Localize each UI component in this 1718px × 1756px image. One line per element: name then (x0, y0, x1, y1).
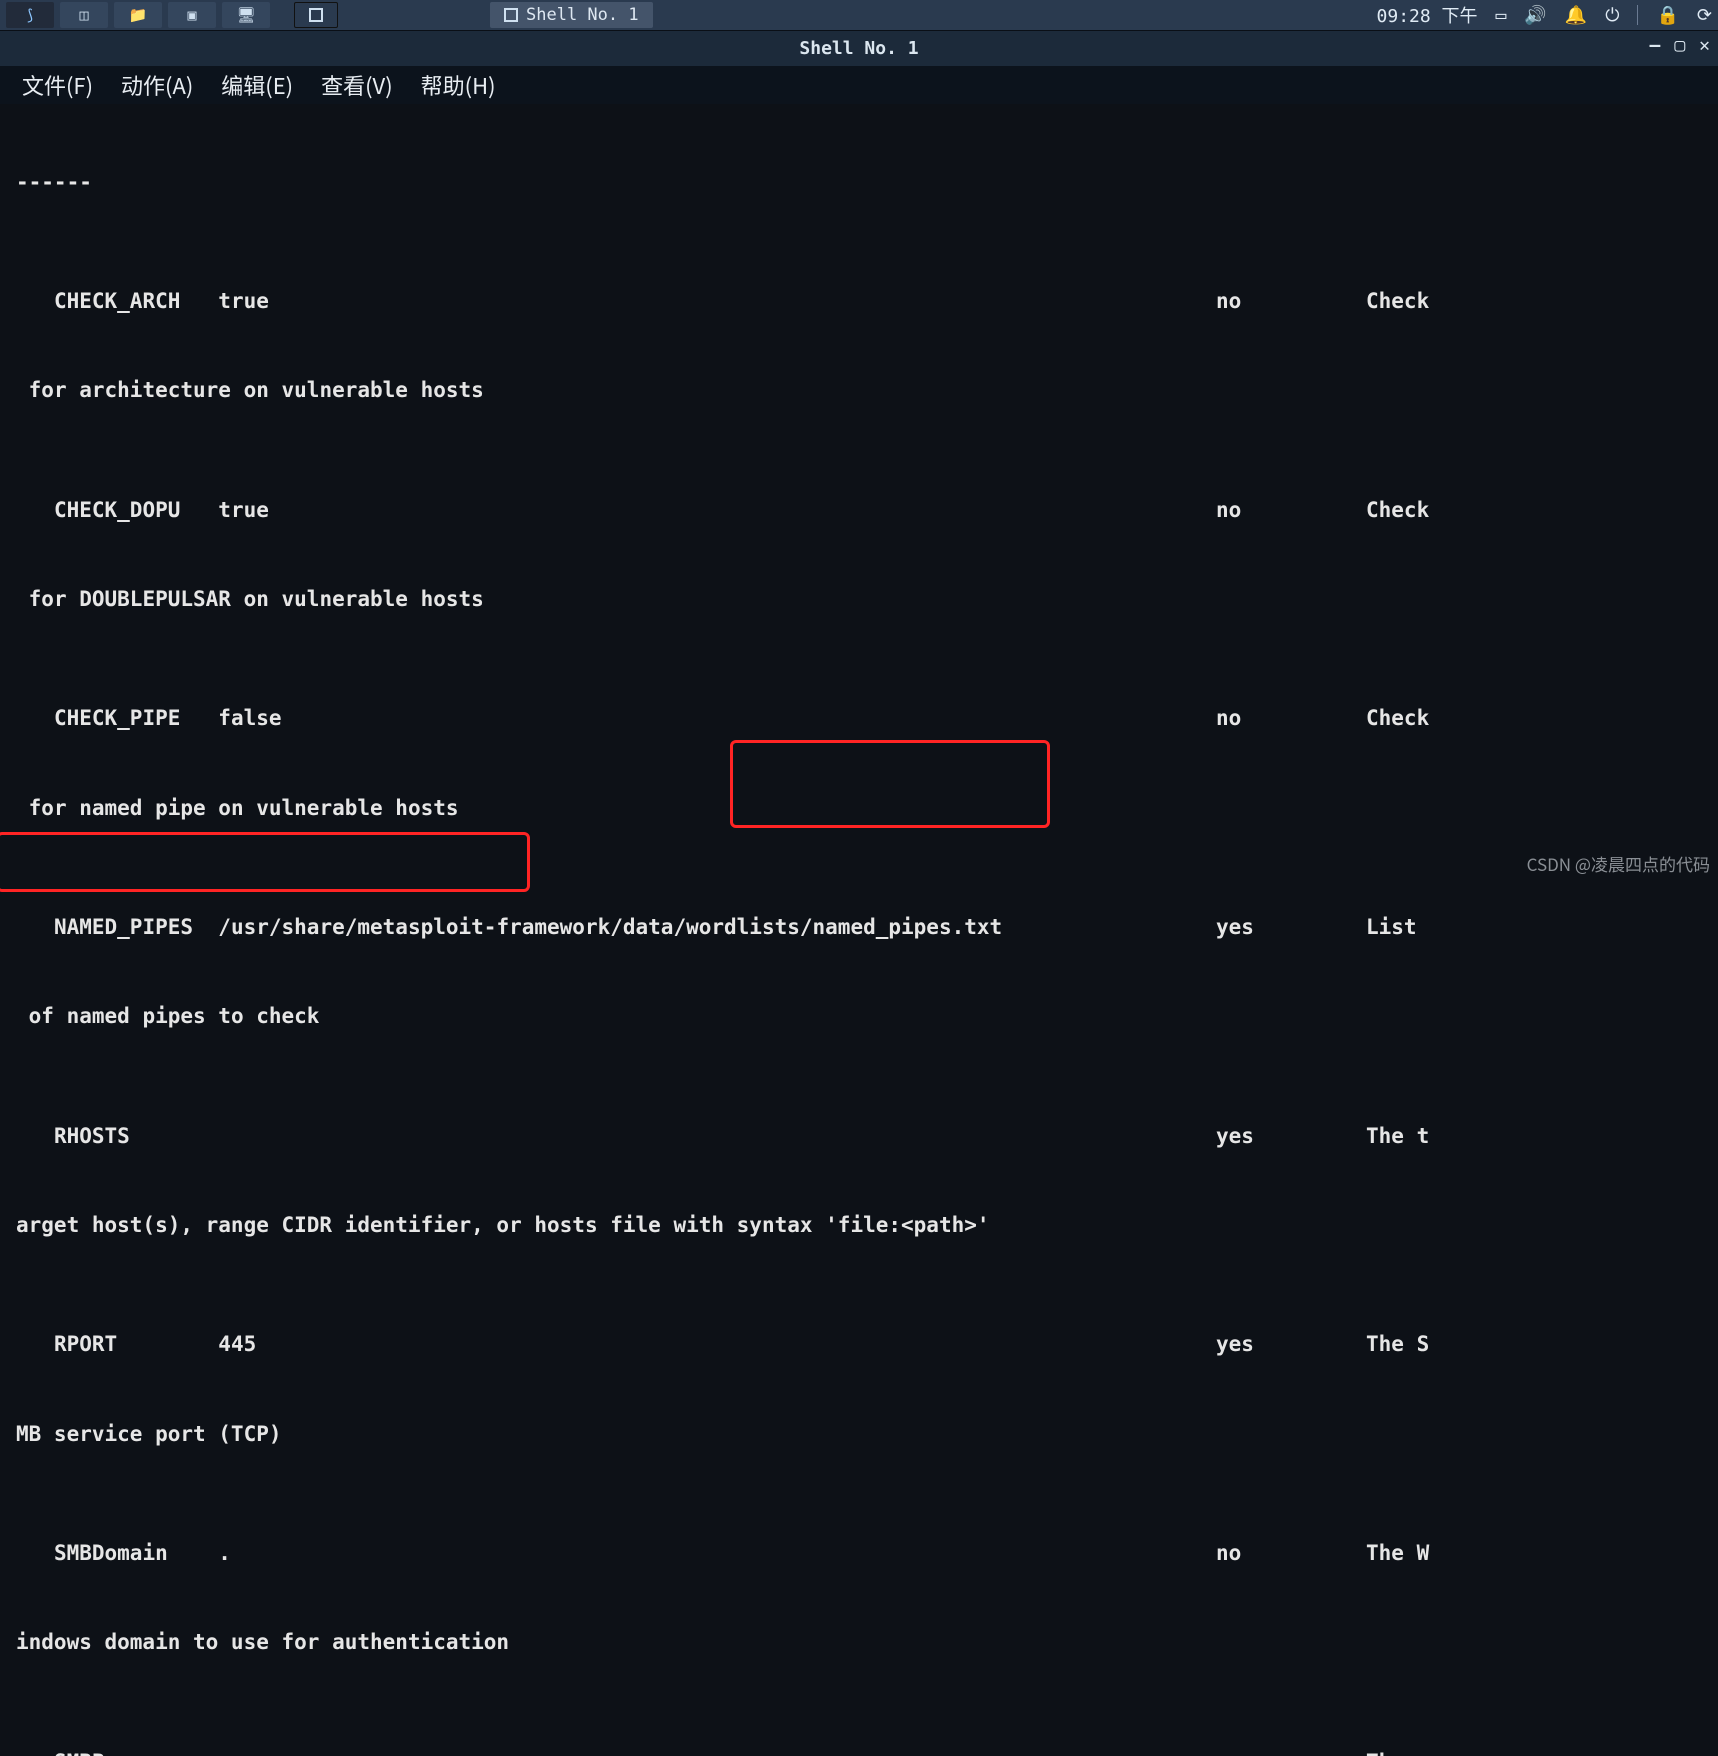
terminal-line: for DOUBLEPULSAR on vulnerable hosts (16, 585, 1702, 615)
menu-action[interactable]: 动作(A) (121, 69, 193, 101)
terminal-line: RHOSTSyesThe t (16, 1122, 1702, 1152)
taskbar-right: 09:28 下午 ▭ 🔊 🔔 ⏻ 🔒 ⟳ (1377, 2, 1712, 28)
maximize-button[interactable]: ▢ (1674, 35, 1685, 56)
app-launcher-icon[interactable]: ◫ (60, 2, 108, 28)
terminal-line: for architecture on vulnerable hosts (16, 376, 1702, 406)
terminal-task-icon (309, 8, 323, 22)
terminal-line: for named pipe on vulnerable hosts (16, 794, 1702, 824)
task-button-shell[interactable]: Shell No. 1 (490, 2, 653, 28)
window-titlebar[interactable]: Shell No. 1 — ▢ ✕ (0, 30, 1718, 66)
terminal-line: SMBDomain .noThe W (16, 1539, 1702, 1569)
lock-icon[interactable]: 🔒 (1656, 5, 1678, 26)
close-button[interactable]: ✕ (1699, 35, 1710, 56)
terminal-line: indows domain to use for authentication (16, 1628, 1702, 1658)
terminal-line: ------ (16, 168, 1702, 198)
menu-edit[interactable]: 编辑(E) (221, 69, 293, 101)
terminal-line: RPORT 445yesThe S (16, 1330, 1702, 1360)
kali-menu-icon[interactable]: ⟆ (6, 2, 54, 28)
menu-help[interactable]: 帮助(H) (421, 69, 496, 101)
terminal-line: CHECK_PIPE falsenoCheck (16, 704, 1702, 734)
terminal-line: CHECK_DOPU truenoCheck (16, 496, 1702, 526)
window-controls: — ▢ ✕ (1649, 35, 1710, 56)
os-taskbar: ⟆ ◫ 📁 ▣ 🖥 Shell No. 1 09:28 下午 ▭ 🔊 🔔 ⏻ 🔒… (0, 0, 1718, 30)
display-icon[interactable]: ▭ (1496, 5, 1507, 26)
terminal-line: of named pipes to check (16, 1002, 1702, 1032)
spacer (276, 2, 288, 28)
separator (1637, 5, 1638, 25)
terminal-task-icon (504, 8, 518, 22)
volume-icon[interactable]: 🔊 (1524, 5, 1546, 26)
terminal-line: NAMED_PIPES /usr/share/metasploit-framew… (16, 913, 1702, 943)
menubar: 文件(F) 动作(A) 编辑(E) 查看(V) 帮助(H) (0, 66, 1718, 104)
terminal-line: CHECK_ARCH truenoCheck (16, 287, 1702, 317)
files-icon[interactable]: 📁 (114, 2, 162, 28)
logout-icon[interactable]: ⟳ (1697, 5, 1712, 26)
terminal-line: SMBPassnoThe p (16, 1748, 1702, 1756)
taskbar-left: ⟆ ◫ 📁 ▣ 🖥 Shell No. 1 (6, 2, 653, 28)
menu-file[interactable]: 文件(F) (22, 69, 93, 101)
screen-icon[interactable]: 🖥 (222, 2, 270, 28)
task-label: Shell No. 1 (526, 5, 639, 25)
terminal-icon[interactable]: ▣ (168, 2, 216, 28)
terminal-line: arget host(s), range CIDR identifier, or… (16, 1211, 1702, 1241)
watermark-text: CSDN @凌晨四点的代码 (1527, 851, 1710, 876)
notification-icon[interactable]: 🔔 (1565, 5, 1587, 26)
minimize-button[interactable]: — (1649, 35, 1660, 56)
annotation-box-result (0, 832, 530, 892)
window-title: Shell No. 1 (799, 38, 918, 59)
terminal-line: MB service port (TCP) (16, 1420, 1702, 1450)
power-icon[interactable]: ⏻ (1605, 5, 1619, 26)
menu-view[interactable]: 查看(V) (321, 69, 393, 101)
terminal-area[interactable]: ------ CHECK_ARCH truenoCheck for archit… (0, 104, 1718, 1756)
task-button-shell-icon[interactable] (294, 2, 338, 28)
clock-text[interactable]: 09:28 下午 (1377, 2, 1478, 28)
